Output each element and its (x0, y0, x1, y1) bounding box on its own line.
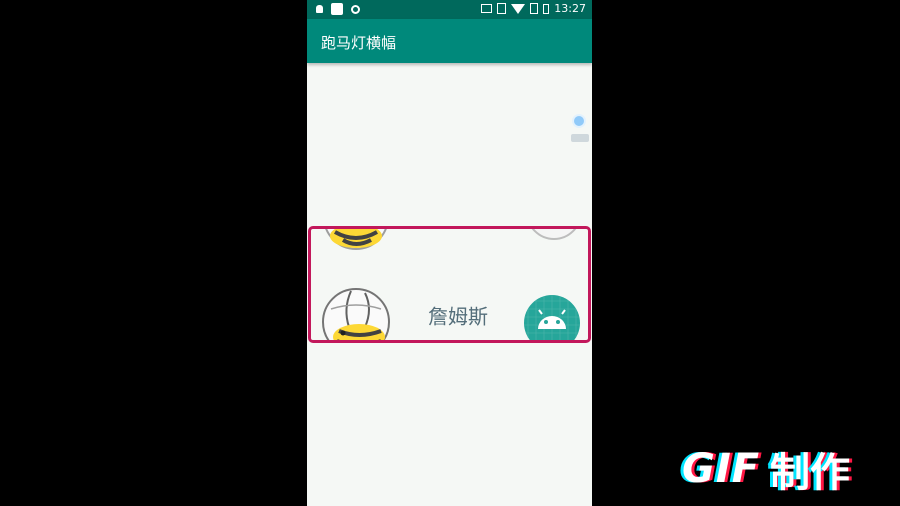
gif-maker-watermark: GIF 制作 (682, 440, 850, 498)
wifi-icon (511, 3, 526, 14)
page-title: 跑马灯横幅 (321, 34, 397, 52)
status-bar: 13:27 (307, 0, 592, 19)
vibrate-icon (497, 3, 507, 14)
indicator-bar-icon (571, 134, 589, 142)
android-avatar (524, 295, 580, 340)
watermark-letters: GIF (682, 446, 761, 492)
marquee-text: 詹姆斯 (428, 304, 488, 329)
watermark-chinese: 制作 (770, 450, 851, 496)
marquee-banner[interactable]: 詹姆斯 (308, 226, 591, 343)
no-sim-icon (530, 3, 539, 14)
indicator-dot-icon (572, 114, 586, 128)
bee-avatar-top (325, 229, 387, 250)
square-app-icon (331, 3, 343, 15)
toolbar: 跑马灯横幅 (307, 19, 592, 63)
battery-icon (543, 3, 550, 14)
cast-icon (481, 4, 493, 13)
status-time: 13:27 (554, 2, 586, 15)
phone-screen: 13:27 跑马灯横幅 詹姆斯 (307, 0, 592, 506)
android-icon (524, 295, 580, 340)
record-icon (351, 4, 360, 14)
notification-icon (316, 5, 323, 13)
floating-indicator[interactable] (571, 114, 589, 144)
android-avatar-top (531, 229, 577, 240)
bee-avatar (322, 288, 390, 340)
